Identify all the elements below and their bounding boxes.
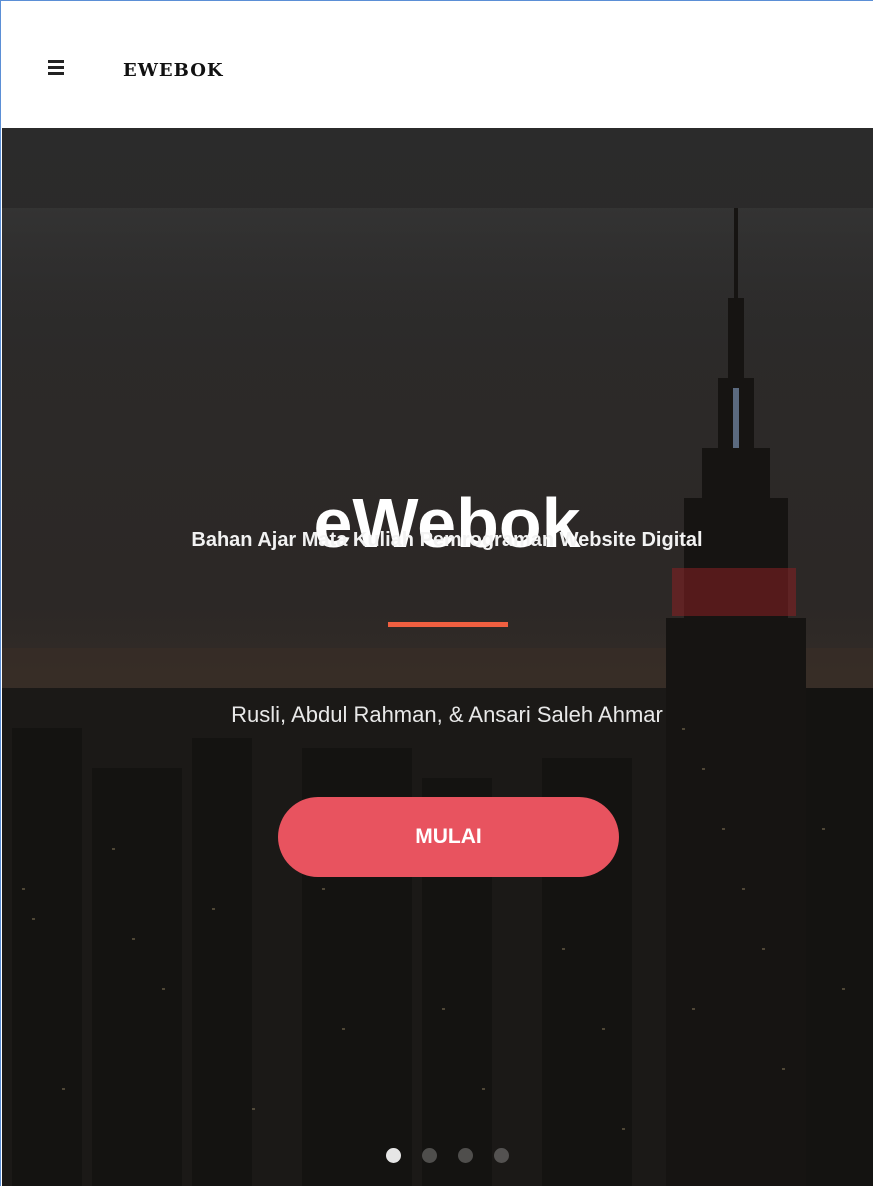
carousel-indicators <box>386 1148 526 1164</box>
hero-authors: Rusli, Abdul Rahman, & Ansari Saleh Ahma… <box>231 702 663 727</box>
accent-divider <box>388 622 508 627</box>
carousel-dot-3[interactable] <box>458 1148 473 1163</box>
navbar: EWEBOK <box>2 2 873 128</box>
brand-logo[interactable]: EWEBOK <box>123 60 224 81</box>
city-skyline-background <box>2 128 873 1186</box>
page-frame: EWEBOK eWebok Bahan Ajar Mata Kuliah Pem… <box>0 0 873 1186</box>
hero-section: eWebok Bahan Ajar Mata Kuliah Pemrograma… <box>2 128 873 1186</box>
carousel-dot-4[interactable] <box>494 1148 509 1163</box>
carousel-dot-1[interactable] <box>386 1148 401 1163</box>
hero-subtitle: Bahan Ajar Mata Kuliah Pemrograman Websi… <box>191 529 703 551</box>
start-button[interactable]: MULAI <box>278 797 619 877</box>
hamburger-menu-icon[interactable] <box>48 60 68 76</box>
carousel-dot-2[interactable] <box>422 1148 437 1163</box>
